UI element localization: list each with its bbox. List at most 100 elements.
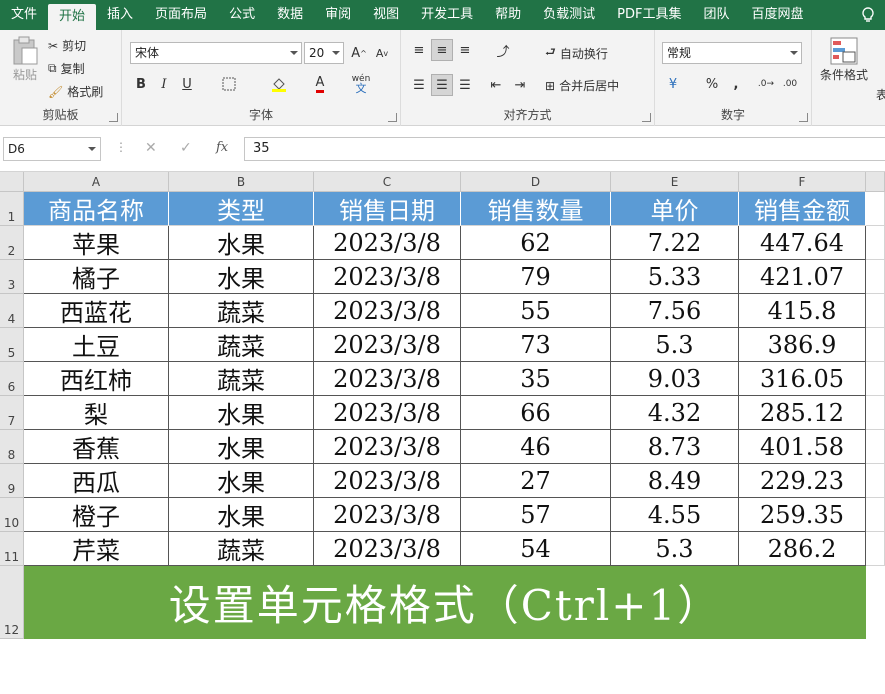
merge-center-button[interactable]: ⊞ 合并后居中 <box>545 77 619 94</box>
increase-font-icon[interactable]: A ^ <box>348 42 370 64</box>
number-launcher-icon[interactable] <box>799 113 808 122</box>
table-cell[interactable]: 259.35 <box>739 498 866 532</box>
insert-function-icon[interactable]: fx <box>216 140 228 155</box>
table-cell[interactable]: 土豆 <box>24 328 169 362</box>
column-header-partial[interactable] <box>866 172 885 192</box>
empty-cell[interactable] <box>866 464 885 498</box>
decrease-indent-icon[interactable]: ⇤ <box>485 74 507 96</box>
menu-tab[interactable]: 负载测试 <box>532 0 606 30</box>
border-icon[interactable] <box>218 73 240 95</box>
table-cell[interactable]: 401.58 <box>739 430 866 464</box>
cancel-icon[interactable]: ✕ <box>145 140 157 156</box>
comma-button[interactable]: , <box>725 73 747 95</box>
align-left-icon[interactable]: ☰ <box>408 74 430 96</box>
menu-tab[interactable]: 帮助 <box>484 0 532 30</box>
currency-icon[interactable]: ¥ <box>662 73 684 95</box>
table-cell[interactable]: 水果 <box>169 396 314 430</box>
table-cell[interactable]: 梨 <box>24 396 169 430</box>
empty-cell[interactable] <box>866 396 885 430</box>
wrap-text-button[interactable]: ⮐ 自动换行 <box>545 43 608 64</box>
empty-cell[interactable] <box>866 260 885 294</box>
align-top-icon[interactable]: ≡ <box>408 39 430 61</box>
menu-tab[interactable]: 团队 <box>693 0 741 30</box>
row-header[interactable]: 1 <box>0 192 24 226</box>
table-cell[interactable]: 2023/3/8 <box>314 396 461 430</box>
table-header-cell[interactable]: 商品名称 <box>24 192 169 226</box>
table-cell[interactable]: 2023/3/8 <box>314 532 461 566</box>
column-header[interactable]: C <box>314 172 461 192</box>
menu-tab[interactable]: 页面布局 <box>144 0 218 30</box>
empty-cell[interactable] <box>866 498 885 532</box>
table-cell[interactable]: 蔬菜 <box>169 532 314 566</box>
empty-cell[interactable] <box>866 294 885 328</box>
phonetic-button[interactable]: wén 文 <box>350 73 372 95</box>
table-cell[interactable]: 水果 <box>169 430 314 464</box>
table-header-cell[interactable]: 销售数量 <box>461 192 611 226</box>
column-header[interactable]: F <box>739 172 866 192</box>
menu-tab[interactable]: 开始 <box>48 4 97 30</box>
format-painter-button[interactable]: 🖌 格式刷 <box>48 83 103 100</box>
row-header[interactable]: 7 <box>0 396 24 430</box>
table-cell[interactable]: 46 <box>461 430 611 464</box>
table-cell[interactable]: 7.22 <box>611 226 739 260</box>
table-cell[interactable]: 苹果 <box>24 226 169 260</box>
increase-decimal-icon[interactable]: .0→ <box>755 73 777 95</box>
row-header[interactable]: 11 <box>0 532 24 566</box>
table-cell[interactable]: 2023/3/8 <box>314 226 461 260</box>
menu-tab[interactable]: 公式 <box>218 0 266 30</box>
table-header-cell[interactable]: 销售金额 <box>739 192 866 226</box>
row-header[interactable]: 5 <box>0 328 24 362</box>
menu-tab[interactable]: 文件 <box>0 0 48 30</box>
table-cell[interactable]: 8.49 <box>611 464 739 498</box>
align-middle-icon[interactable]: ≡ <box>431 39 453 61</box>
empty-cell[interactable] <box>866 430 885 464</box>
row-header[interactable]: 4 <box>0 294 24 328</box>
table-cell[interactable]: 7.56 <box>611 294 739 328</box>
table-cell[interactable]: 286.2 <box>739 532 866 566</box>
name-box[interactable]: D6 <box>3 137 101 161</box>
table-cell[interactable]: 55 <box>461 294 611 328</box>
table-cell[interactable]: 316.05 <box>739 362 866 396</box>
table-cell[interactable]: 2023/3/8 <box>314 430 461 464</box>
empty-cell[interactable] <box>866 362 885 396</box>
select-all-corner[interactable] <box>0 172 24 192</box>
paste-button[interactable]: 粘贴 <box>8 36 42 83</box>
menu-tab[interactable]: PDF工具集 <box>606 0 692 30</box>
font-color-icon[interactable]: A <box>309 73 331 95</box>
row-header[interactable]: 9 <box>0 464 24 498</box>
menu-tab[interactable]: 数据 <box>266 0 314 30</box>
menu-tab[interactable]: 百度网盘 <box>741 0 815 30</box>
table-cell[interactable]: 水果 <box>169 498 314 532</box>
table-cell[interactable]: 285.12 <box>739 396 866 430</box>
table-cell[interactable]: 香蕉 <box>24 430 169 464</box>
font-name-combo[interactable]: 宋体 <box>130 42 302 64</box>
table-cell[interactable]: 4.32 <box>611 396 739 430</box>
table-cell[interactable]: 57 <box>461 498 611 532</box>
table-cell[interactable]: 2023/3/8 <box>314 260 461 294</box>
menu-tab[interactable]: 插入 <box>96 0 144 30</box>
table-cell[interactable]: 54 <box>461 532 611 566</box>
empty-cell[interactable] <box>866 192 885 226</box>
row-header[interactable]: 8 <box>0 430 24 464</box>
row-header[interactable]: 12 <box>0 566 24 639</box>
orientation-icon[interactable]: ⤴ <box>492 39 514 61</box>
formula-input[interactable]: 35 <box>244 137 885 161</box>
table-cell[interactable]: 386.9 <box>739 328 866 362</box>
clipboard-launcher-icon[interactable] <box>109 113 118 122</box>
table-header-cell[interactable]: 单价 <box>611 192 739 226</box>
percent-button[interactable]: % <box>701 73 723 95</box>
menu-tab[interactable]: 视图 <box>362 0 410 30</box>
table-cell[interactable]: 2023/3/8 <box>314 464 461 498</box>
table-cell[interactable]: 水果 <box>169 464 314 498</box>
row-header[interactable]: 10 <box>0 498 24 532</box>
menu-tab[interactable]: 开发工具 <box>410 0 484 30</box>
table-cell[interactable]: 5.33 <box>611 260 739 294</box>
table-cell[interactable]: 9.03 <box>611 362 739 396</box>
table-cell[interactable]: 421.07 <box>739 260 866 294</box>
lightbulb-icon[interactable] <box>859 6 877 24</box>
row-header[interactable]: 3 <box>0 260 24 294</box>
table-cell[interactable]: 79 <box>461 260 611 294</box>
underline-button[interactable]: U <box>176 73 198 95</box>
table-cell[interactable]: 229.23 <box>739 464 866 498</box>
table-cell[interactable]: 水果 <box>169 260 314 294</box>
